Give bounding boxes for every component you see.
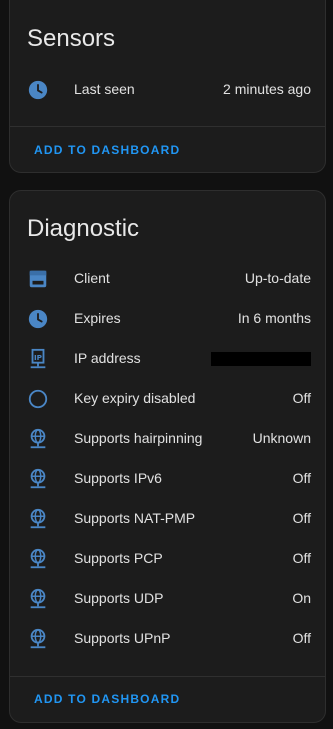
diagnostic-row-ip-address[interactable]: IP IP address [10, 339, 325, 379]
clock-icon [27, 308, 49, 330]
diagnostic-row-ipv6[interactable]: Supports IPv6 Off [10, 459, 325, 499]
diagnostic-row-pcp[interactable]: Supports PCP Off [10, 539, 325, 579]
sensors-card: Sensors Last seen 2 minutes ago ADD TO D… [9, 0, 326, 173]
diagnostic-row-expires[interactable]: Expires In 6 months [10, 299, 325, 339]
globe-network-icon [27, 628, 49, 650]
globe-network-icon [27, 428, 49, 450]
diagnostic-row-nat-pmp[interactable]: Supports NAT-PMP Off [10, 499, 325, 539]
globe-network-icon [27, 508, 49, 530]
diagnostic-value: Up-to-date [244, 270, 311, 286]
ip-network-icon: IP [27, 348, 49, 370]
diagnostic-label: IP address [74, 350, 141, 366]
diagnostic-label: Supports UPnP [74, 630, 171, 646]
sensors-title: Sensors [27, 25, 116, 52]
globe-network-icon [27, 548, 49, 570]
diagnostic-label: Supports hairpinning [74, 430, 203, 446]
redacted-ip-value [211, 352, 311, 366]
globe-network-icon [27, 588, 49, 610]
divider [10, 676, 325, 677]
diagnostic-label: Supports IPv6 [74, 470, 162, 486]
diagnostic-row-udp[interactable]: Supports UDP On [10, 579, 325, 619]
diagnostic-value: Off [292, 470, 311, 486]
diagnostic-row-key-expiry[interactable]: Key expiry disabled Off [10, 379, 325, 419]
diagnostic-row-client[interactable]: Client Up-to-date [10, 259, 325, 299]
diagnostic-card: Diagnostic Client Up-to-date Expires In … [9, 190, 326, 723]
client-icon [27, 268, 49, 290]
add-to-dashboard-button[interactable]: ADD TO DASHBOARD [26, 136, 188, 164]
clock-icon [27, 79, 49, 101]
diagnostic-value: Off [292, 510, 311, 526]
diagnostic-label: Supports NAT-PMP [74, 510, 196, 526]
diagnostic-label: Supports PCP [74, 550, 163, 566]
diagnostic-value: Off [292, 390, 311, 406]
diagnostic-value: Unknown [252, 430, 311, 446]
diagnostic-value: On [292, 590, 311, 606]
diagnostic-label: Key expiry disabled [74, 390, 196, 406]
diagnostic-row-upnp[interactable]: Supports UPnP Off [10, 619, 325, 659]
diagnostic-label: Supports UDP [74, 590, 164, 606]
diagnostic-title: Diagnostic [27, 215, 140, 242]
sensor-row-last-seen[interactable]: Last seen 2 minutes ago [10, 70, 325, 110]
divider [10, 126, 325, 127]
sensor-label: Last seen [74, 81, 135, 97]
add-to-dashboard-button[interactable]: ADD TO DASHBOARD [26, 685, 188, 713]
diagnostic-row-hairpinning[interactable]: Supports hairpinning Unknown [10, 419, 325, 459]
diagnostic-label: Expires [74, 310, 121, 326]
diagnostic-value: Off [292, 630, 311, 646]
diagnostic-label: Client [74, 270, 110, 286]
diagnostic-value: Off [292, 550, 311, 566]
globe-network-icon [27, 468, 49, 490]
circle-outline-icon [27, 388, 49, 410]
svg-text:IP: IP [34, 353, 43, 362]
diagnostic-value: In 6 months [237, 310, 311, 326]
sensor-value: 2 minutes ago [223, 81, 311, 97]
